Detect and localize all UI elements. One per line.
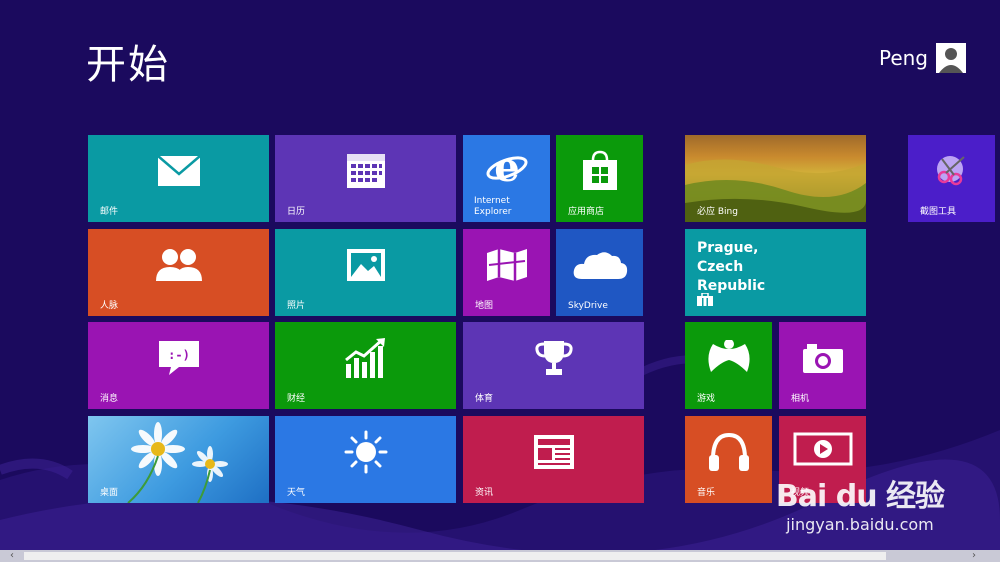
- message-bubble-icon: :-): [157, 339, 201, 381]
- tile-label: 游戏: [697, 394, 716, 404]
- tile-snipping-tool[interactable]: 截图工具: [908, 135, 995, 222]
- people-icon: [154, 247, 204, 287]
- tile-skydrive[interactable]: SkyDrive: [556, 229, 643, 316]
- tile-label: Internet Explorer: [474, 196, 512, 217]
- tile-label: 桌面: [100, 488, 119, 498]
- tile-weather-location[interactable]: Prague, Czech Republic: [685, 229, 866, 316]
- ie-icon: e: [486, 144, 528, 192]
- tile-people[interactable]: 人脉: [88, 229, 269, 316]
- tile-messaging[interactable]: :-) 消息: [88, 322, 269, 409]
- tile-internet-explorer[interactable]: e Internet Explorer: [463, 135, 550, 222]
- tile-label: 邮件: [100, 207, 119, 217]
- trophy-icon: [534, 339, 574, 381]
- tile-weather[interactable]: 天气: [275, 416, 456, 503]
- tile-label: SkyDrive: [568, 301, 608, 311]
- page-title: 开始: [86, 42, 170, 88]
- briefcase-icon: [697, 291, 713, 310]
- tile-mail[interactable]: 邮件: [88, 135, 269, 222]
- tile-label: 截图工具: [920, 207, 957, 217]
- store-bag-icon: [581, 150, 619, 196]
- tile-label: 人脉: [100, 301, 119, 311]
- tile-label: 天气: [287, 488, 306, 498]
- cloud-icon: [572, 249, 628, 285]
- tile-news[interactable]: 资讯: [463, 416, 644, 503]
- svg-text:e: e: [494, 148, 519, 188]
- scroll-left-icon[interactable]: ‹: [6, 550, 18, 562]
- tile-label: 地图: [475, 301, 494, 311]
- user-avatar-icon: [936, 43, 966, 73]
- tile-games[interactable]: 游戏: [685, 322, 772, 409]
- svg-text::-): :-): [168, 348, 190, 362]
- finance-chart-icon: [344, 338, 388, 382]
- tile-camera[interactable]: 相机: [779, 322, 866, 409]
- scissors-icon: [934, 153, 970, 193]
- camera-icon: [801, 341, 845, 379]
- tile-label: 财经: [287, 394, 306, 404]
- tile-label: 相机: [791, 394, 810, 404]
- weather-city: Prague, Czech Republic: [697, 240, 766, 294]
- tile-store[interactable]: 应用商店: [556, 135, 643, 222]
- headphones-icon: [707, 431, 751, 477]
- tile-bing[interactable]: 必应 Bing: [685, 135, 866, 222]
- tile-label: 应用商店: [568, 207, 605, 217]
- video-play-icon: [793, 432, 853, 476]
- tile-desktop[interactable]: 桌面: [88, 416, 269, 503]
- tile-label: 资讯: [475, 488, 494, 498]
- tile-music[interactable]: 音乐: [685, 416, 772, 503]
- tile-calendar[interactable]: 日历: [275, 135, 456, 222]
- map-icon: [485, 247, 529, 287]
- tile-label: 消息: [100, 394, 119, 404]
- watermark-url: jingyan.baidu.com: [786, 515, 934, 534]
- calendar-icon: [346, 153, 386, 193]
- tile-finance[interactable]: 财经: [275, 322, 456, 409]
- tile-label: 体育: [475, 394, 494, 404]
- sun-icon: [344, 430, 388, 478]
- tile-maps[interactable]: 地图: [463, 229, 550, 316]
- scroll-thumb[interactable]: [24, 552, 886, 560]
- xbox-icon: [707, 339, 751, 380]
- mail-icon: [156, 155, 201, 191]
- tile-label: 日历: [287, 207, 306, 217]
- baidu-watermark: Bai du 经验 jingyan.baidu.com: [775, 471, 945, 534]
- tile-photos[interactable]: 照片: [275, 229, 456, 316]
- watermark-logo: Bai du 经验: [775, 479, 945, 514]
- tile-label: 必应 Bing: [697, 207, 738, 217]
- scroll-right-icon[interactable]: ›: [968, 550, 980, 562]
- tile-label: 照片: [287, 301, 306, 311]
- user-account[interactable]: Peng: [879, 43, 966, 73]
- tile-sports[interactable]: 体育: [463, 322, 644, 409]
- newspaper-icon: [533, 434, 575, 474]
- horizontal-scrollbar[interactable]: ‹ ›: [0, 550, 1000, 562]
- photo-icon: [346, 248, 386, 286]
- user-name: Peng: [878, 46, 928, 70]
- tile-label: 音乐: [697, 488, 716, 498]
